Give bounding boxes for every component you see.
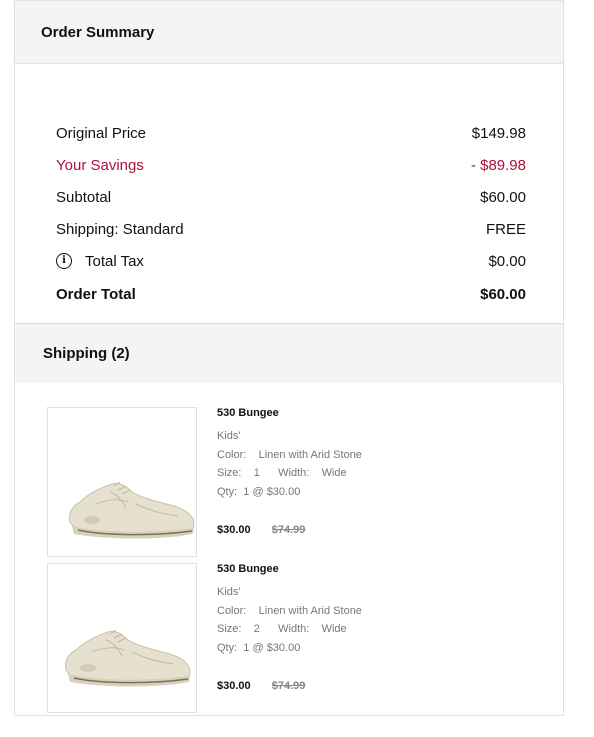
item-details: 530 Bungee Kids' Color: Linen with Arid …: [217, 407, 362, 501]
item-prices: $30.00 $74.99: [217, 680, 305, 692]
total-tax-value: $0.00: [488, 252, 526, 270]
qty-label: Qty:: [217, 641, 238, 654]
item-price: $30.00: [217, 680, 251, 692]
order-total-value: $60.00: [480, 285, 526, 303]
width-label: Width:: [278, 467, 310, 479]
size-value: 1: [253, 467, 260, 479]
item-color: Color: Linen with Arid Stone: [217, 602, 362, 621]
item-category: Kids': [217, 430, 241, 442]
price-breakdown: Original Price $149.98 Your Savings - $8…: [56, 117, 526, 310]
item-color: Color: Linen with Arid Stone: [217, 446, 362, 465]
subtotal-label: Subtotal: [56, 188, 112, 206]
original-price-row: Original Price $149.98: [56, 117, 526, 149]
sneaker-image: [69, 481, 195, 539]
item-name[interactable]: 530 Bungee: [217, 407, 362, 419]
color-label: Color:: [217, 448, 247, 461]
total-tax-label: Total Tax: [85, 252, 144, 270]
item-original-price: $74.99: [271, 524, 306, 536]
total-tax-label-group: i Total Tax: [56, 253, 144, 270]
subtotal-row: Subtotal $60.00: [56, 181, 526, 213]
item-prices: $30.00 $74.99: [217, 524, 305, 536]
savings-label: Your Savings: [56, 156, 144, 174]
savings-value: - $89.98: [470, 156, 526, 174]
width-value: Wide: [321, 623, 347, 635]
item-category: Kids': [217, 586, 241, 598]
shipping-cost-row: Shipping: Standard FREE: [56, 213, 526, 245]
width-value: Wide: [321, 467, 347, 479]
subtotal-value: $60.00: [480, 188, 526, 206]
qty-label: Qty:: [217, 485, 238, 498]
item-price: $30.00: [217, 524, 251, 536]
shipping-title: Shipping (2): [43, 345, 130, 362]
item-name[interactable]: 530 Bungee: [217, 563, 362, 575]
info-icon[interactable]: i: [56, 253, 72, 269]
original-price-value: $149.98: [471, 124, 526, 142]
color-value: Linen with Arid Stone: [258, 604, 362, 617]
order-summary-panel: Order Summary Original Price $149.98 You…: [14, 0, 564, 716]
order-summary-header: Order Summary: [15, 1, 563, 64]
qty-value: 1 @ $30.00: [243, 485, 301, 498]
shipping-cost-label: Shipping: Standard: [56, 220, 184, 238]
savings-row: Your Savings - $89.98: [56, 149, 526, 181]
shipping-item: 530 Bungee Kids' Color: Linen with Arid …: [47, 563, 527, 713]
color-label: Color:: [217, 604, 247, 617]
product-image[interactable]: [47, 563, 197, 713]
item-qty: Qty: 1 @ $30.00: [217, 639, 362, 658]
color-value: Linen with Arid Stone: [258, 448, 362, 461]
item-qty: Qty: 1 @ $30.00: [217, 483, 362, 502]
order-total-row: Order Total $60.00: [56, 278, 526, 310]
shipping-cost-value: FREE: [485, 220, 526, 238]
width-label: Width:: [278, 623, 310, 635]
item-size-width: Size: 1 Width: Wide: [217, 464, 362, 483]
item-details: 530 Bungee Kids' Color: Linen with Arid …: [217, 563, 362, 657]
size-value: 2: [253, 623, 260, 635]
item-size-width: Size: 2 Width: Wide: [217, 620, 362, 639]
shipping-header: Shipping (2): [15, 324, 563, 383]
size-label: Size:: [217, 623, 242, 635]
order-total-label: Order Total: [56, 285, 136, 303]
shipping-item: 530 Bungee Kids' Color: Linen with Arid …: [47, 407, 527, 557]
original-price-label: Original Price: [56, 124, 147, 142]
item-original-price: $74.99: [271, 680, 306, 692]
qty-value: 1 @ $30.00: [243, 641, 301, 654]
product-image[interactable]: [47, 407, 197, 557]
order-summary-title: Order Summary: [41, 23, 155, 41]
sneaker-image: [65, 629, 191, 687]
total-tax-row: i Total Tax $0.00: [56, 245, 526, 277]
size-label: Size:: [217, 467, 242, 479]
